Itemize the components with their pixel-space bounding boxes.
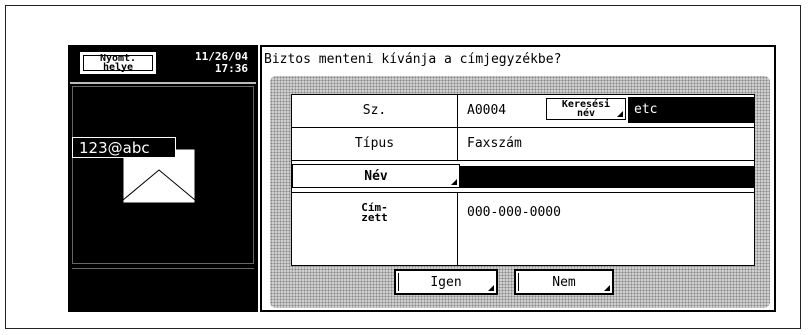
name-value — [460, 166, 754, 188]
left-divider — [70, 82, 256, 84]
number-value: A0004 — [467, 103, 507, 118]
row-divider — [292, 192, 754, 193]
yes-button[interactable]: Igen — [394, 269, 498, 295]
column-divider — [457, 128, 458, 160]
search-name-value: etc — [628, 97, 754, 123]
dialog-question: Biztos menteni kívánja a címjegyzékbe? — [264, 52, 562, 67]
time-label: 17:36 — [214, 62, 248, 75]
no-button[interactable]: Nem — [514, 269, 614, 295]
left-footer — [72, 268, 254, 307]
type-value: Faxszám — [467, 136, 522, 151]
search-name-label: Keresési név — [561, 99, 611, 119]
datetime: 11/26/04 17:36 — [176, 51, 248, 75]
number-label: Sz. — [362, 103, 387, 118]
row-divider — [292, 160, 754, 161]
column-divider — [457, 95, 458, 127]
print-place-button[interactable]: Nyomt. helye — [80, 52, 156, 74]
search-name-button[interactable]: Keresési név — [546, 98, 626, 120]
no-button-label: Nem — [552, 274, 576, 290]
row-divider — [292, 127, 754, 128]
address-label: 123@abc — [72, 137, 176, 158]
type-label: Típus — [354, 136, 395, 151]
name-button[interactable]: Név — [292, 164, 460, 188]
recipient-value: 000-000-0000 — [467, 205, 561, 220]
recipient-label: Cím- zett — [361, 201, 388, 224]
print-place-label: Nyomt. helye — [99, 53, 137, 73]
name-button-label: Név — [364, 168, 388, 184]
column-divider — [457, 193, 458, 265]
yes-button-label: Igen — [430, 274, 462, 290]
